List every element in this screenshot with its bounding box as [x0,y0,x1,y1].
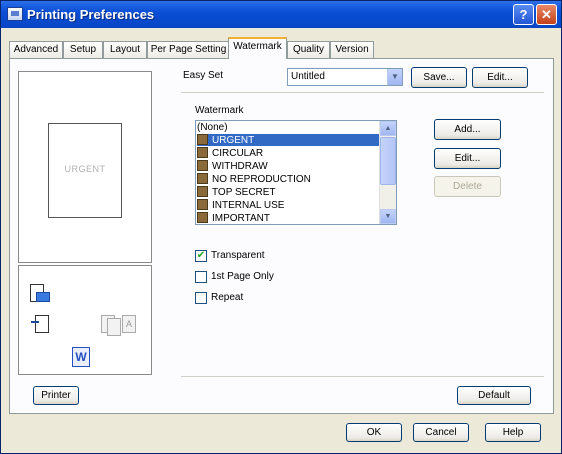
preview-watermark-text: URGENT [64,164,106,174]
default-button[interactable]: Default [457,386,531,405]
transparent-checkbox[interactable]: ✔ [195,250,207,262]
watermark-label: Watermark [195,105,244,116]
watermark-stamp-icon [197,147,208,158]
transparent-label: Transparent [211,250,265,261]
edit-watermark-button[interactable]: Edit... [434,148,501,169]
save-button[interactable]: Save... [411,67,467,88]
list-item[interactable]: IMPORTANT [197,212,381,224]
first-page-only-label: 1st Page Only [211,271,274,282]
first-page-only-checkbox[interactable] [195,271,207,283]
list-item[interactable]: INTERNAL USE [197,199,381,211]
divider [181,92,544,93]
preview-page: URGENT [48,123,122,218]
scroll-up-icon[interactable]: ▲ [380,121,396,136]
scroll-down-icon[interactable]: ▼ [380,209,396,224]
list-item[interactable]: NO REPRODUCTION [197,173,381,185]
delete-watermark-button[interactable]: Delete [434,176,501,197]
scroll-thumb[interactable] [380,137,396,185]
tab-per-page-setting[interactable]: Per Page Setting [147,41,230,58]
easy-set-select[interactable]: Untitled ▼ [287,68,403,86]
add-watermark-button[interactable]: Add... [434,119,501,140]
list-item[interactable]: TOP SECRET [197,186,381,198]
divider [181,376,544,377]
watermark-w-icon: W [72,347,90,367]
list-item[interactable]: WITHDRAW [197,160,381,172]
repeat-label: Repeat [211,292,244,303]
watermark-stamp-icon [197,173,208,184]
tab-layout[interactable]: Layout [103,41,147,58]
list-item[interactable]: (None) [197,122,381,134]
stamp-gray-icon: A [122,313,144,335]
tab-advanced[interactable]: Advanced [9,41,63,58]
tab-version[interactable]: Version [330,41,374,58]
watermark-list[interactable]: (None) URGENT CIRCULAR WITHDRAW NO REPRO… [195,120,397,225]
list-item[interactable]: URGENT [197,134,381,146]
watermark-stamp-icon [197,134,208,145]
watermark-stamp-icon [197,160,208,171]
printing-preferences-window: Printing Preferences ? ✕ Advanced Setup … [0,0,562,454]
tab-quality[interactable]: Quality [287,41,330,58]
printer-app-icon [7,7,23,21]
list-item[interactable]: CIRCULAR [197,147,381,159]
chevron-down-icon[interactable]: ▼ [387,69,402,85]
watermark-stamp-icon [197,186,208,197]
single-page-icon [31,313,51,335]
close-button[interactable]: ✕ [536,4,557,25]
easy-set-value: Untitled [291,71,325,82]
window-title: Printing Preferences [27,7,155,22]
watermark-stamp-icon [197,212,208,223]
cancel-button[interactable]: Cancel [413,423,469,442]
duplex-gray-icon [101,313,123,336]
tab-watermark[interactable]: Watermark [228,37,287,59]
tab-setup[interactable]: Setup [63,41,103,58]
help-button[interactable]: Help [485,423,541,442]
easy-set-edit-button[interactable]: Edit... [472,67,528,88]
printer-button[interactable]: Printer [33,386,79,405]
easy-set-label: Easy Set [183,70,224,81]
ok-button[interactable]: OK [346,423,402,442]
help-title-button[interactable]: ? [513,4,534,25]
title-bar[interactable]: Printing Preferences ? ✕ [1,1,561,28]
watermark-stamp-icon [197,199,208,210]
printer-layout-icon [30,284,52,306]
watermark-list-scrollbar[interactable]: ▲ ▼ [379,121,396,224]
repeat-checkbox[interactable] [195,292,207,304]
